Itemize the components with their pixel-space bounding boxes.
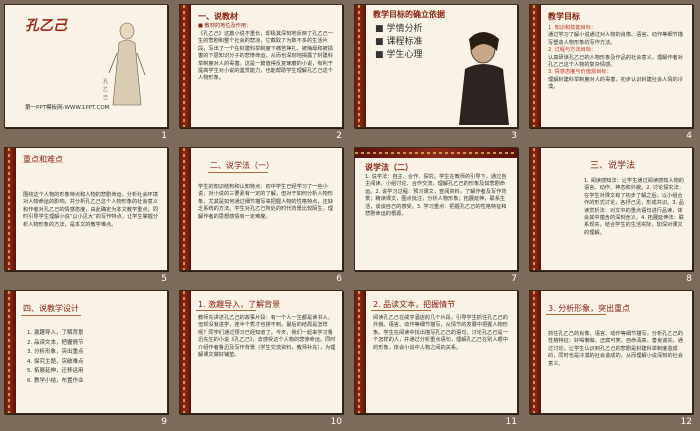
slide-number: 6 — [336, 274, 342, 284]
slide-10-body: 教师先讲述孔乙己的故事片段：有一个人一生都是读书人，但却没有进学，连半个秀才也捞… — [198, 315, 336, 359]
decorative-band — [180, 148, 191, 270]
slide-8-title: 三、说学法 — [590, 161, 636, 171]
slide-9-list: 1. 激趣导入，了解背景 2. 品读文本，把握情节 3. 分析形象，突出重点 4… — [27, 329, 84, 386]
slide-number: 5 — [161, 274, 167, 284]
slide-6-body: 学生的知识结构和认知特点：初中学生已经学习了一些小说，对小说的三要素有一定的了解… — [198, 184, 333, 220]
list-item: 5. 拓展延伸，迁移运用 — [27, 368, 84, 374]
slide-3-canvas: 教学目标的确立依据 ■ 学情分析 ■ 课程标准 ■ 学生心理 — [354, 4, 518, 128]
slide-6-title: 二、说学法（一） — [210, 161, 274, 170]
slide-12-title: 3. 分析形象，突出重点 — [548, 304, 631, 313]
slide-3-list: ■ 学情分析 ■ 课程标准 ■ 学生心理 — [375, 23, 423, 62]
decorative-band — [530, 148, 541, 270]
slide-4-title: 教学目标 — [548, 12, 580, 21]
title-underline — [208, 172, 268, 173]
slide-7-body: 1. 说学法：自主、合作、探究。学生在教师的引导下，通过自主阅读、小组讨论、合作… — [365, 174, 507, 218]
decorative-band — [5, 148, 16, 270]
slide-number: 8 — [686, 274, 692, 284]
title-underline — [21, 315, 81, 316]
list-item: 1. 激趣导入，了解背景 — [27, 330, 84, 336]
kong-yiji-figure-illustration: 孔 乙 己 — [103, 22, 146, 106]
slide-3-title: 教学目标的确立依据 — [373, 10, 445, 19]
slide-1-title: 孔乙己 — [25, 18, 67, 34]
slide-7-canvas: 说学法（二） 1. 说学法：自主、合作、探究。学生在教师的引导下，通过自主阅读、… — [354, 147, 518, 271]
list-item: ■ 课程标准 — [375, 37, 423, 47]
list-item: 3. 分析形象，突出重点 — [27, 349, 84, 355]
slide-thumbnail-4[interactable]: 教学目标 1. 知识和技能目标： 通过学习了解小说通过对人物的肖像、语言、动作等… — [525, 0, 700, 143]
slide-thumbnail-11[interactable]: 2. 品读文本，把握情节 阅读孔乙己在咸亨酒店的几个片段，引导学生抓住孔乙己的外… — [350, 286, 525, 429]
slide-1-canvas: 孔乙己 孔 乙 己 第一PPT模板网-WWW.1PPT.COM — [4, 4, 168, 128]
slide-12-canvas: 3. 分析形象，突出重点 抓住孔乙己的肖像、语言、动作等细节描写，分析孔乙己的性… — [529, 290, 693, 414]
svg-text:乙: 乙 — [103, 86, 108, 93]
slide-number: 2 — [336, 131, 342, 141]
list-item: 6. 教学小结，布置作业 — [27, 377, 84, 384]
slide-8-body: 1. 阅读感知法：让学生通过阅读感知人物的语言、动作、神态和外貌。2. 讨论探究… — [584, 178, 684, 236]
slide-1-url: 第一PPT模板网-WWW.1PPT.COM — [25, 105, 110, 111]
slide-8-canvas: 三、说学法 1. 阅读感知法：让学生通过阅读感知人物的语言、动作、神态和外貌。2… — [529, 147, 693, 271]
decorative-band — [180, 291, 191, 413]
slide-number: 12 — [680, 417, 692, 427]
slide-sorter-grid: 孔乙己 孔 乙 己 第一PPT模板网-WWW.1PPT.COM 1 一、说教材 … — [0, 0, 700, 431]
slide-6-canvas: 二、说学法（一） 学生的知识结构和认知特点：初中学生已经学习了一些小说，对小说的… — [179, 147, 343, 271]
list-item: 4. 探究主题，突破难点 — [27, 358, 84, 365]
list-item: 2. 品读文本，把握情节 — [27, 339, 84, 346]
slide-thumbnail-8[interactable]: 三、说学法 1. 阅读感知法：让学生通过阅读感知人物的语言、动作、神态和外貌。2… — [525, 143, 700, 286]
svg-text:己: 己 — [103, 95, 108, 101]
slide-thumbnail-6[interactable]: 二、说学法（一） 学生的知识结构和认知特点：初中学生已经学习了一些小说，对小说的… — [175, 143, 350, 286]
slide-number: 7 — [511, 274, 517, 284]
title-underline — [371, 310, 431, 311]
decorative-band — [355, 291, 366, 413]
slide-4-body: 1. 知识和技能目标： 通过学习了解小说通过对人物的肖像、语言、动作等细节描写塑… — [548, 25, 683, 91]
list-item: ■ 学情分析 — [375, 24, 423, 34]
decorative-band — [530, 291, 541, 413]
slide-thumbnail-9[interactable]: 四、说教学设计 1. 激趣导入，了解背景 2. 品读文本，把握情节 3. 分析形… — [0, 286, 175, 429]
decorative-band — [530, 5, 541, 127]
slide-thumbnail-7[interactable]: 说学法（二） 1. 说学法：自主、合作、探究。学生在教师的引导下，通过自主阅读、… — [350, 143, 525, 286]
title-underline — [196, 310, 256, 311]
slide-10-canvas: 1. 激趣导入，了解背景 教师先讲述孔乙己的故事片段：有一个人一生都是读书人，但… — [179, 290, 343, 414]
title-underline — [546, 314, 606, 315]
decorative-band — [5, 291, 16, 413]
slide-thumbnail-10[interactable]: 1. 激趣导入，了解背景 教师先讲述孔乙己的故事片段：有一个人一生都是读书人，但… — [175, 286, 350, 429]
decorative-band — [180, 5, 191, 127]
slide-number: 9 — [161, 417, 167, 427]
slide-2-body: 《孔乙己》这篇小说不重长，却极其深刻地反映了孔乙己一生的悲剧和整个社会的悲凉，它… — [198, 31, 333, 82]
slide-number: 4 — [686, 131, 692, 141]
slide-thumbnail-12[interactable]: 3. 分析形象，突出重点 抓住孔乙己的肖像、语言、动作等细节描写，分析孔乙己的性… — [525, 286, 700, 429]
slide-10-title: 1. 激趣导入，了解背景 — [198, 300, 281, 309]
slide-thumbnail-2[interactable]: 一、说教材 ■ 教材的地位及作用： 《孔乙己》这篇小说不重长，却极其深刻地反映了… — [175, 0, 350, 143]
slide-11-canvas: 2. 品读文本，把握情节 阅读孔乙己在咸亨酒店的几个片段，引导学生抓住孔乙己的外… — [354, 290, 518, 414]
list-item: ■ 学生心理 — [375, 50, 423, 60]
slide-7-title: 说学法（二） — [365, 163, 413, 172]
slide-number: 3 — [511, 131, 517, 141]
slide-thumbnail-5[interactable]: 重点和难点 围绕这个人物的形象特点和人物的悲剧命运，分析社会环境对人物命运的影响… — [0, 143, 175, 286]
slide-2-canvas: 一、说教材 ■ 教材的地位及作用： 《孔乙己》这篇小说不重长，却极其深刻地反映了… — [179, 4, 343, 128]
decorative-top-strip — [355, 148, 517, 158]
portrait-figure-illustration — [459, 32, 509, 125]
slide-thumbnail-3[interactable]: 教学目标的确立依据 ■ 学情分析 ■ 课程标准 ■ 学生心理 3 — [350, 0, 525, 143]
decorative-band — [355, 5, 366, 127]
slide-2-subtitle: ■ 教材的地位及作用： — [198, 23, 252, 29]
slide-5-title: 重点和难点 — [23, 155, 63, 164]
svg-text:孔: 孔 — [103, 78, 108, 85]
slide-number: 10 — [330, 417, 342, 427]
slide-number: 1 — [161, 131, 167, 141]
slide-11-body: 阅读孔乙己在咸亨酒店的几个片段，引导学生抓住孔乙己的外貌、语言、动作等细节描写，… — [373, 315, 508, 351]
slide-12-body: 抓住孔乙己的肖像、语言、动作等细节描写，分析孔乙己的性格特征：好喝懒做、迂腐可笑… — [548, 331, 683, 367]
slide-4-canvas: 教学目标 1. 知识和技能目标： 通过学习了解小说通过对人物的肖像、语言、动作等… — [529, 4, 693, 128]
slide-9-canvas: 四、说教学设计 1. 激趣导入，了解背景 2. 品读文本，把握情节 3. 分析形… — [4, 290, 168, 414]
slide-5-canvas: 重点和难点 围绕这个人物的形象特点和人物的悲剧命运，分析社会环境对人物命运的影响… — [4, 147, 168, 271]
slide-9-title: 四、说教学设计 — [23, 304, 79, 313]
slide-11-title: 2. 品读文本，把握情节 — [373, 300, 456, 309]
slide-thumbnail-1[interactable]: 孔乙己 孔 乙 己 第一PPT模板网-WWW.1PPT.COM 1 — [0, 0, 175, 143]
slide-number: 11 — [505, 417, 517, 427]
slide-2-title: 一、说教材 — [198, 12, 238, 21]
slide-5-body: 围绕这个人物的形象特点和人物的悲剧命运，分析社会环境对人物命运的影响，并分析孔乙… — [23, 192, 159, 228]
